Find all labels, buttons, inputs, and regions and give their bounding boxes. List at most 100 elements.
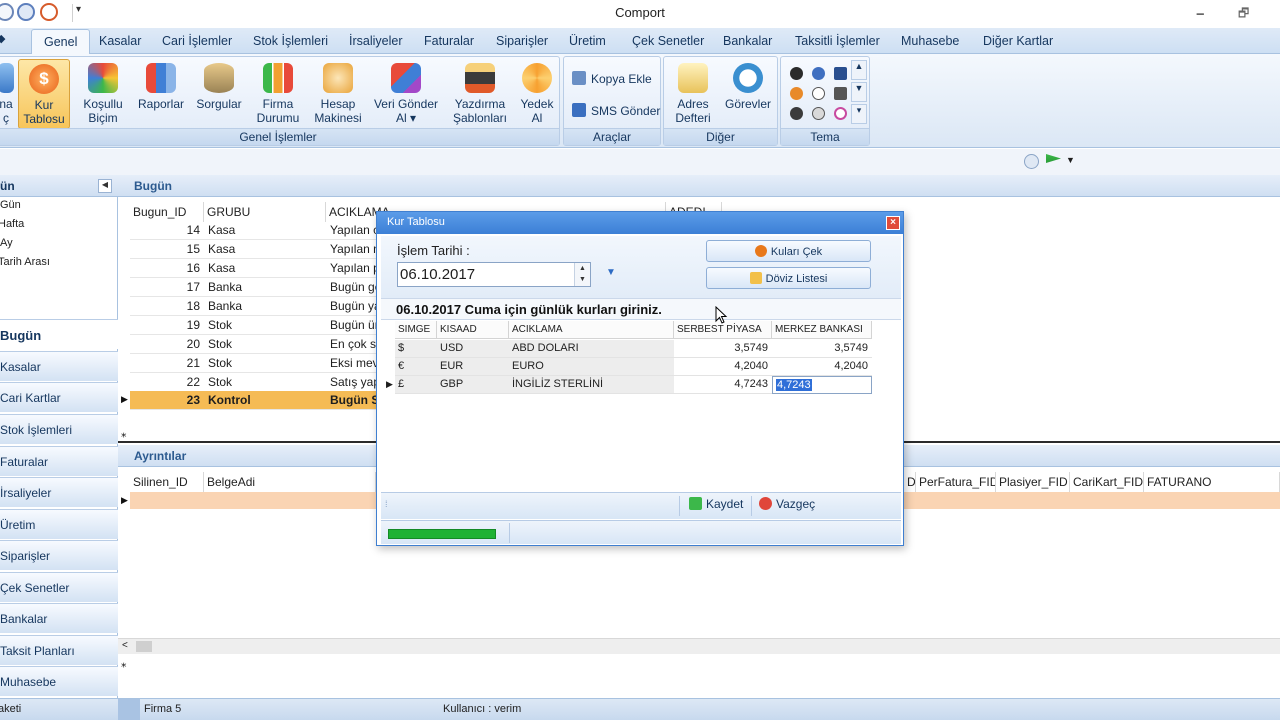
theme-blue-icon[interactable] (812, 67, 825, 80)
cell-kisaad[interactable]: EUR (437, 358, 509, 376)
tab-uretim[interactable]: Üretim (569, 34, 606, 48)
theme-silver-icon[interactable] (812, 107, 825, 120)
nav-stok-islemleri[interactable]: Stok İşlemleri (0, 414, 118, 444)
table-row[interactable]: 17BankaBugün ge (130, 278, 378, 297)
minimize-button[interactable]: 🗕 (1196, 4, 1205, 25)
cell-kisaad[interactable]: GBP (437, 376, 509, 394)
col-simge[interactable]: SIMGE (395, 321, 437, 339)
col-silinen-id[interactable]: Silinen_ID (130, 472, 204, 492)
cell-simge[interactable]: $ (395, 340, 437, 358)
cell-simge[interactable]: £ (395, 376, 437, 394)
theme-navy-icon[interactable] (834, 67, 847, 80)
cell-merkez[interactable]: 3,5749 (772, 340, 872, 358)
nav-taksit-planlari[interactable]: Taksit Planları (0, 635, 118, 665)
col-plasiyer-fid[interactable]: Plasiyer_FID (996, 472, 1070, 492)
nav-cek-senetler[interactable]: Çek Senetler (0, 572, 118, 602)
tab-cek-senetler[interactable]: Çek Senetler (632, 34, 704, 48)
col-merkez-bankasi[interactable]: MERKEZ BANKASI (772, 321, 872, 339)
adres-defteri-button[interactable]: Adres Defteri (667, 59, 719, 125)
cell-merkez-editing[interactable]: 4,7243 (772, 376, 872, 394)
flag-icon[interactable] (1046, 154, 1061, 163)
col-aciklama[interactable]: ACIKLAMA (509, 321, 674, 339)
gallery-up-icon[interactable]: ▲ (851, 60, 867, 80)
islem-tarihi-input[interactable]: 06.10.2017 (397, 262, 591, 287)
tab-kasalar[interactable]: Kasalar (99, 34, 141, 48)
restore-button[interactable]: 🗗 (1238, 4, 1249, 25)
date-spinner[interactable]: ▲ ▼ (574, 263, 590, 286)
theme-orange-icon[interactable] (790, 87, 803, 100)
cell-serbest[interactable]: 4,7243 (674, 376, 772, 394)
table-row[interactable]: 18 Banka Bugün ya (130, 297, 378, 316)
col-bugun-id[interactable]: Bugun_ID (130, 202, 204, 222)
firma-durumu-button[interactable]: Firma Durumu (249, 59, 307, 125)
tab-bankalar[interactable]: Bankalar (723, 34, 772, 48)
sorgular-button[interactable]: Sorgular (190, 59, 248, 111)
nav-sub-hafta[interactable]: Hafta (0, 218, 24, 230)
col-perfatura-fid[interactable]: PerFatura_FID (916, 472, 996, 492)
raporlar-button[interactable]: Raporlar (132, 59, 190, 111)
cell-serbest[interactable]: 3,5749 (674, 340, 772, 358)
tab-siparisler[interactable]: Siparişler (496, 34, 548, 48)
nav-bankalar[interactable]: Bankalar (0, 603, 118, 633)
sms-gonder-button[interactable]: SMS Gönder (572, 103, 660, 118)
note-icon[interactable] (1024, 154, 1039, 169)
table-row[interactable]: 19 Stok Bugün ür (130, 316, 378, 335)
nav-bugun[interactable]: Bugün (0, 319, 118, 349)
tab-muhasebe[interactable]: Muhasebe (901, 34, 959, 48)
tab-faturalar[interactable]: Faturalar (424, 34, 474, 48)
nav-irsaliyeler[interactable]: İrsaliyeler (0, 477, 118, 507)
col-grubu[interactable]: GRUBU (204, 202, 326, 222)
cell-merkez[interactable]: 4,2040 (772, 358, 872, 376)
scroll-thumb[interactable] (136, 641, 152, 652)
nav-uretim[interactable]: Üretim (0, 509, 118, 539)
table-row[interactable]: 16 Kasa Yapılan p (130, 259, 378, 278)
nav-muhasebe[interactable]: Muhasebe (0, 666, 118, 696)
new-row-icon[interactable]: ⁎ (121, 657, 127, 670)
doviz-listesi-button[interactable]: Döviz Listesi (706, 267, 871, 289)
gorevler-button[interactable]: Görevler (722, 59, 774, 111)
col-faturano[interactable]: FATURANO (1144, 472, 1280, 492)
date-dropdown-icon[interactable]: ▼ (606, 267, 616, 278)
cell-simge[interactable]: € (395, 358, 437, 376)
yazdirma-sablonlari-button[interactable]: Yazdırma Şablonları (447, 59, 513, 125)
veri-gonder-al-button[interactable]: Veri Gönder Al ▾ (371, 59, 441, 125)
table-row[interactable]: 14 Kasa Yapılan c (130, 221, 378, 240)
theme-star-icon[interactable] (812, 87, 825, 100)
kaydet-button[interactable]: Kaydet (689, 497, 743, 511)
kopya-ekle-button[interactable]: Kopya Ekle (572, 71, 652, 86)
table-row[interactable]: 15 Kasa Yapılan n (130, 240, 378, 259)
nav-siparisler[interactable]: Siparişler (0, 540, 118, 570)
col-carikart-fid[interactable]: CariKart_FID (1070, 472, 1144, 492)
tab-taksitli-islemler[interactable]: Taksitli İşlemler (795, 34, 880, 48)
nav-cari-kartlar[interactable]: Cari Kartlar (0, 382, 118, 412)
yedek-al-button[interactable]: Yedek Al (516, 59, 558, 125)
kur-tablosu-button[interactable]: $ Kur Tablosu (18, 59, 70, 129)
ribbon-app-icon[interactable]: ◆ (0, 32, 5, 45)
theme-black-icon[interactable] (790, 67, 803, 80)
cell-kisaad[interactable]: USD (437, 340, 509, 358)
cell-aciklama[interactable]: EURO (509, 358, 674, 376)
scroll-left-icon[interactable]: < (122, 640, 128, 651)
table-row[interactable]: 21 Stok Eksi mev (130, 354, 378, 373)
table-row-selected[interactable]: 23 Kontrol Bugün S (130, 391, 378, 410)
nav-sub-tarih-arasi[interactable]: Tarih Arası (0, 256, 50, 268)
col-belge-adi[interactable]: BelgeAdi (204, 472, 376, 492)
col-fid-partial[interactable]: D (904, 472, 916, 492)
vazgec-button[interactable]: Vazgeç (759, 497, 815, 511)
tab-cari-islemler[interactable]: Cari İşlemler (162, 34, 232, 48)
kurlari-cek-button[interactable]: Kuları Çek (706, 240, 871, 262)
hesap-makinesi-button[interactable]: Hesap Makinesi (309, 59, 367, 125)
collapse-icon[interactable]: ◀ (98, 179, 112, 193)
horizontal-scrollbar[interactable]: < (118, 638, 1280, 654)
theme-graphite-icon[interactable] (790, 107, 803, 120)
close-icon[interactable]: × (886, 216, 900, 230)
tab-diger-kartlar[interactable]: Diğer Kartlar (983, 34, 1053, 48)
gallery-down-icon[interactable]: ▼ (851, 82, 867, 102)
tab-stok-islemleri[interactable]: Stok İşlemleri (253, 34, 328, 48)
tab-genel[interactable]: Genel (31, 29, 91, 55)
theme-dark-icon[interactable] (834, 87, 847, 100)
theme-pink-icon[interactable] (834, 107, 847, 120)
table-row[interactable]: 20 Stok En çok s (130, 335, 378, 354)
kosullu-bicim-button[interactable]: Koşullu Biçim (74, 59, 132, 125)
kesit-button[interactable]: na ç (0, 59, 15, 125)
